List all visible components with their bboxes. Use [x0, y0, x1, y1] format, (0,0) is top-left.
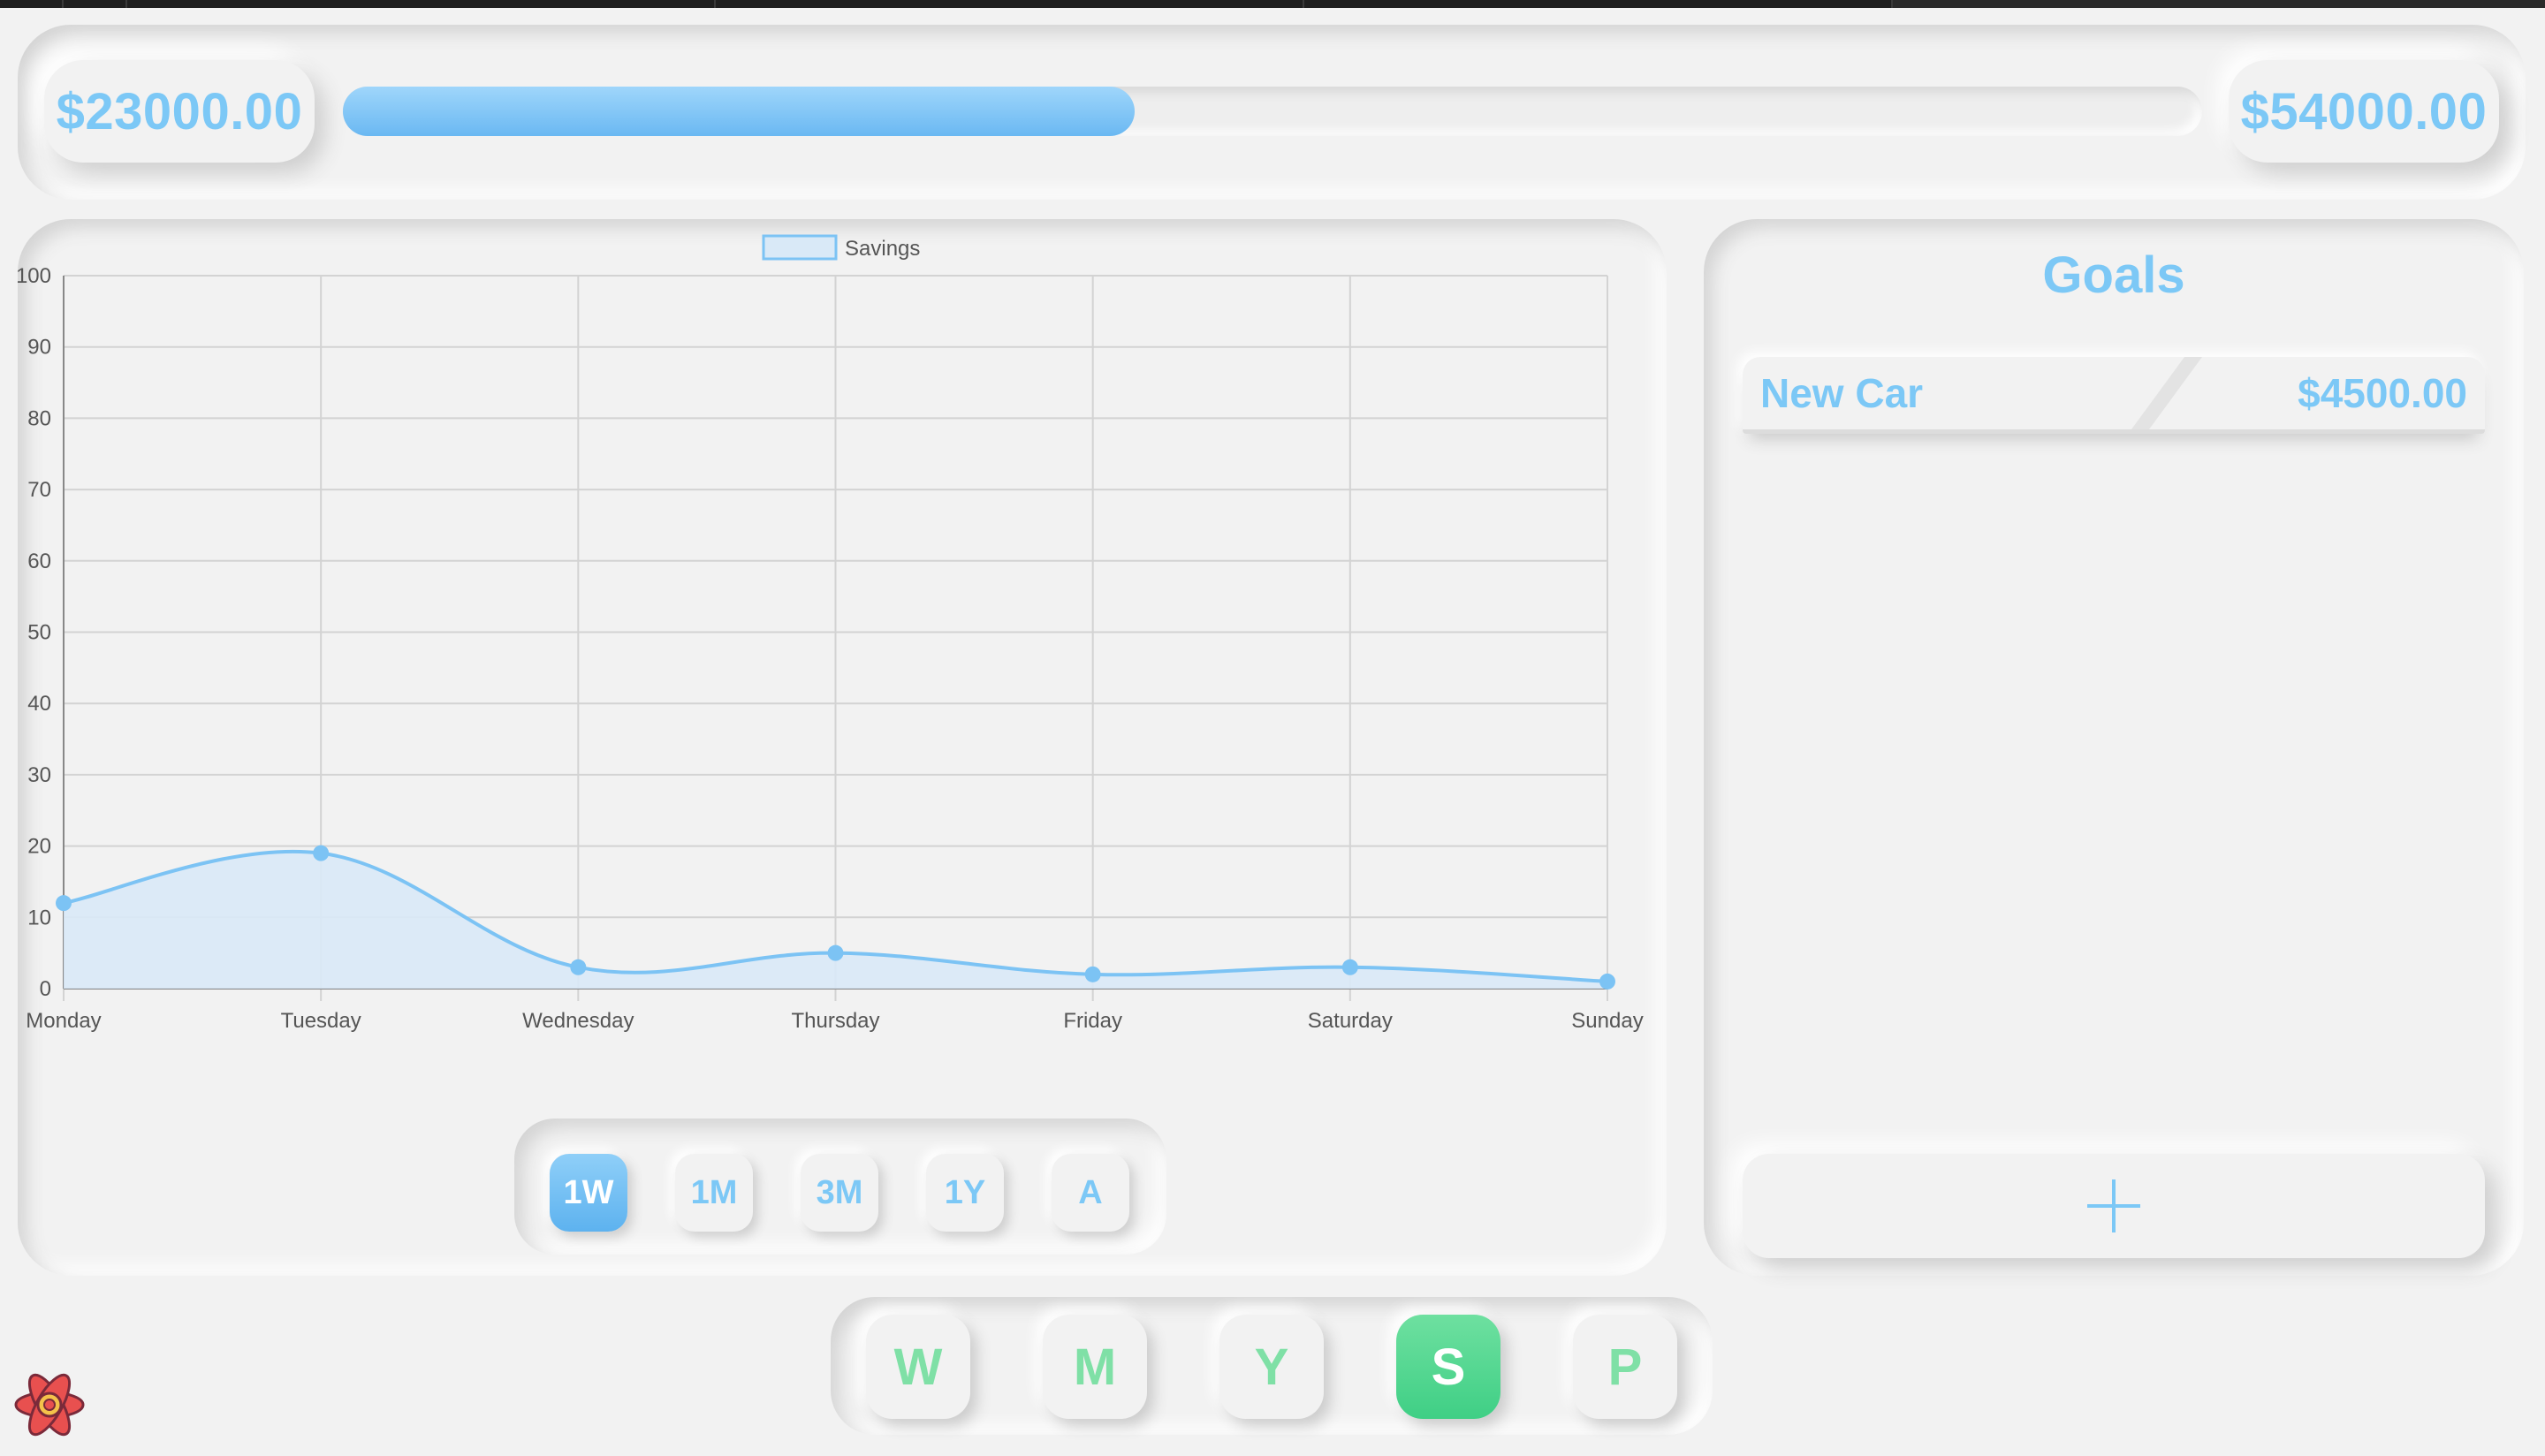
range-button-3m[interactable]: 3M — [801, 1154, 878, 1232]
x-tick-label: Friday — [1063, 1009, 1122, 1033]
goals-title: Goals — [2042, 246, 2185, 304]
x-tick-label: Saturday — [1308, 1009, 1393, 1033]
goal-amount: $4500.00 — [2298, 370, 2467, 416]
add-goal-button[interactable] — [1743, 1154, 2485, 1258]
y-tick-label: 90 — [27, 336, 51, 360]
range-button-1m[interactable]: 1M — [675, 1154, 753, 1232]
y-tick-label: 30 — [27, 763, 51, 787]
progress-fill — [343, 87, 1136, 136]
savings-chart: 0 10 20 30 40 50 60 70 80 90 100 Monday Tuesday Wedne… — [18, 234, 1644, 1033]
y-tick-label: 40 — [27, 692, 51, 716]
nav-button-p[interactable]: P — [1573, 1315, 1677, 1419]
plus-icon — [2087, 1179, 2140, 1232]
data-point — [570, 959, 587, 975]
chart-panel: 0 10 20 30 40 50 60 70 80 90 100 Monday Tuesday Wedne… — [18, 219, 1667, 1276]
goal-name: New Car — [1760, 370, 1924, 416]
goals-panel: Goals New Car $4500.00 — [1704, 219, 2524, 1276]
data-point — [827, 944, 844, 961]
window-top-strip — [0, 0, 2545, 8]
x-tick-label: Monday — [26, 1009, 101, 1033]
x-tick-label: Sunday — [1571, 1009, 1643, 1033]
savings-progress-panel: $23000.00 $54000.00 — [18, 25, 2526, 200]
react-logo-icon — [14, 1373, 85, 1437]
data-point — [1599, 973, 1615, 990]
top-strip-segment — [1304, 0, 1893, 8]
range-button-1w[interactable]: 1W — [550, 1154, 627, 1232]
top-strip-segment — [716, 0, 1304, 8]
current-amount: $23000.00 — [44, 60, 315, 163]
nav-button-m[interactable]: M — [1043, 1315, 1147, 1419]
y-tick-label: 20 — [27, 835, 51, 859]
data-point — [56, 895, 72, 912]
x-tick-label: Thursday — [791, 1009, 879, 1033]
y-tick-label: 70 — [27, 478, 51, 502]
data-point — [1341, 959, 1358, 975]
range-button-1y[interactable]: 1Y — [926, 1154, 1004, 1232]
y-tick-label: 100 — [18, 264, 51, 288]
top-strip-segment — [64, 0, 127, 8]
progress-track — [343, 87, 2202, 136]
nav-button-w[interactable]: W — [866, 1315, 970, 1419]
target-amount: $54000.00 — [2229, 60, 2499, 163]
top-strip-segment — [1893, 0, 2545, 8]
x-tick-label: Tuesday — [281, 1009, 361, 1033]
goal-item[interactable]: New Car $4500.00 — [1743, 357, 2485, 434]
y-tick-label: 0 — [40, 977, 51, 1001]
y-tick-label: 10 — [27, 906, 51, 929]
data-point — [1084, 966, 1101, 982]
divider-slash-icon — [2131, 357, 2202, 429]
nav-button-s[interactable]: S — [1396, 1315, 1500, 1419]
y-tick-label: 80 — [27, 406, 51, 430]
range-selector: 1W 1M 3M 1Y A — [514, 1119, 1166, 1255]
nav-button-y[interactable]: Y — [1219, 1315, 1324, 1419]
x-tick-label: Wednesday — [522, 1009, 634, 1033]
range-button-all[interactable]: A — [1052, 1154, 1129, 1232]
data-point — [313, 845, 330, 861]
legend-label: Savings — [845, 237, 920, 261]
legend-swatch — [762, 234, 838, 261]
y-tick-label: 60 — [27, 550, 51, 573]
top-strip-segment — [127, 0, 716, 8]
y-tick-label: 50 — [27, 621, 51, 645]
top-strip-segment — [0, 0, 64, 8]
bottom-nav: W M Y S P — [831, 1297, 1713, 1435]
